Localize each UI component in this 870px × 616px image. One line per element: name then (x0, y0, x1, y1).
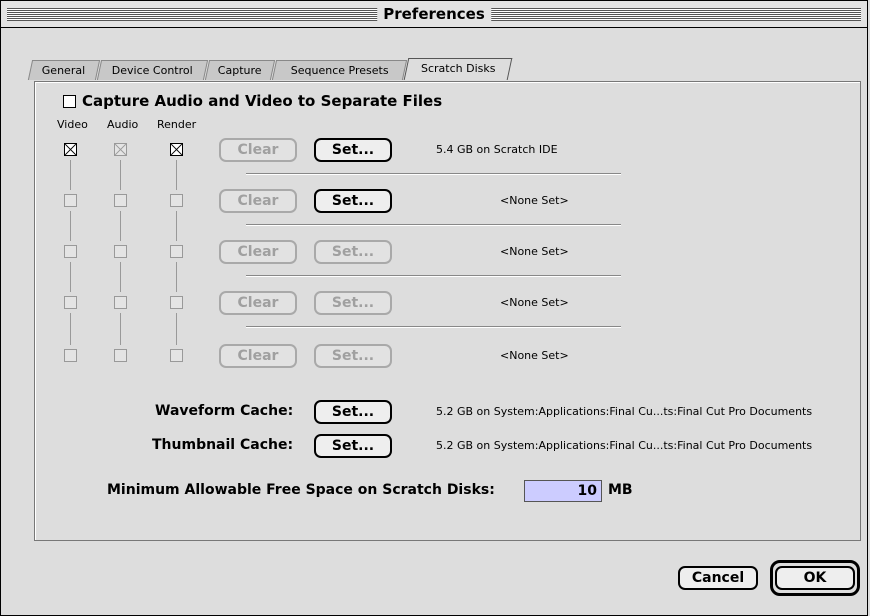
disk-5-video-checkbox[interactable] (64, 349, 77, 362)
min-free-space-label: Minimum Allowable Free Space on Scratch … (107, 482, 495, 498)
disk-4-separator (246, 326, 621, 327)
disk-2-audio-checkbox[interactable] (114, 194, 127, 207)
disk-3-separator (246, 275, 621, 276)
disk-3-render-connector (176, 262, 177, 292)
ok-button[interactable]: OK (775, 566, 855, 590)
capture-separate-checkbox[interactable] (63, 95, 76, 108)
disk-5-audio-checkbox[interactable] (114, 349, 127, 362)
cancel-button[interactable]: Cancel (678, 566, 758, 590)
disk-3-set-button[interactable]: Set... (314, 240, 392, 264)
disk-3-video-checkbox[interactable] (64, 245, 77, 258)
disk-5-render-checkbox[interactable] (170, 349, 183, 362)
tab-sequence-presets[interactable]: Sequence Presets (271, 60, 408, 80)
waveform-cache-label: Waveform Cache: (155, 403, 294, 419)
column-header-audio: Audio (107, 118, 139, 131)
disk-4-render-connector (176, 313, 177, 345)
disk-5-set-button[interactable]: Set... (314, 344, 392, 368)
disk-1-video-checkbox[interactable] (64, 143, 77, 156)
title-bar[interactable]: Preferences (0, 0, 868, 28)
disk-1-clear-button[interactable]: Clear (219, 138, 297, 162)
tab-capture[interactable]: Capture (204, 60, 276, 80)
tab-general[interactable]: General (27, 60, 101, 80)
disk-4-audio-connector (120, 313, 121, 345)
disk-3-audio-checkbox[interactable] (114, 245, 127, 258)
thumbnail-set-button[interactable]: Set... (314, 434, 392, 458)
min-free-space-unit: MB (608, 482, 633, 498)
waveform-set-button[interactable]: Set... (314, 400, 392, 424)
disk-1-audio-checkbox[interactable] (114, 143, 127, 156)
disk-3-render-checkbox[interactable] (170, 245, 183, 258)
disk-2-render-connector (176, 211, 177, 241)
disk-3-video-connector (70, 262, 71, 292)
disk-2-separator (246, 224, 621, 225)
min-free-space-input[interactable]: 10 (524, 480, 602, 502)
disk-2-clear-button[interactable]: Clear (219, 189, 297, 213)
disk-3-audio-connector (120, 262, 121, 292)
waveform-cache-path: 5.2 GB on System:Applications:Final Cu..… (436, 405, 813, 418)
disk-4-render-checkbox[interactable] (170, 296, 183, 309)
disk-2-set-button[interactable]: Set... (314, 189, 392, 213)
window-title: Preferences (377, 4, 491, 24)
disk-4-location: <None Set> (500, 296, 569, 309)
column-header-video: Video (57, 118, 88, 131)
tab-scratch-disks[interactable]: Scratch Disks (403, 58, 513, 80)
tab-device-control[interactable]: Device Control (96, 60, 209, 80)
disk-2-video-connector (70, 211, 71, 241)
disk-2-location: <None Set> (500, 194, 569, 207)
column-header-render: Render (157, 118, 197, 131)
disk-4-video-checkbox[interactable] (64, 296, 77, 309)
disk-2-render-checkbox[interactable] (170, 194, 183, 207)
disk-4-set-button[interactable]: Set... (314, 291, 392, 315)
disk-1-video-connector (70, 160, 71, 190)
capture-separate-label: Capture Audio and Video to Separate File… (82, 92, 443, 110)
disk-1-render-connector (176, 160, 177, 190)
disk-4-video-connector (70, 313, 71, 345)
disk-1-render-checkbox[interactable] (170, 143, 183, 156)
disk-4-clear-button[interactable]: Clear (219, 291, 297, 315)
disk-4-audio-checkbox[interactable] (114, 296, 127, 309)
disk-3-clear-button[interactable]: Clear (219, 240, 297, 264)
disk-1-separator (246, 173, 621, 174)
disk-1-set-button[interactable]: Set... (314, 138, 392, 162)
disk-3-location: <None Set> (500, 245, 569, 258)
thumbnail-cache-label: Thumbnail Cache: (152, 437, 294, 453)
disk-5-location: <None Set> (500, 349, 569, 362)
disk-5-clear-button[interactable]: Clear (219, 344, 297, 368)
disk-2-video-checkbox[interactable] (64, 194, 77, 207)
disk-1-location: 5.4 GB on Scratch IDE (436, 143, 558, 156)
disk-2-audio-connector (120, 211, 121, 241)
disk-1-audio-connector (120, 160, 121, 190)
thumbnail-cache-path: 5.2 GB on System:Applications:Final Cu..… (436, 439, 813, 452)
